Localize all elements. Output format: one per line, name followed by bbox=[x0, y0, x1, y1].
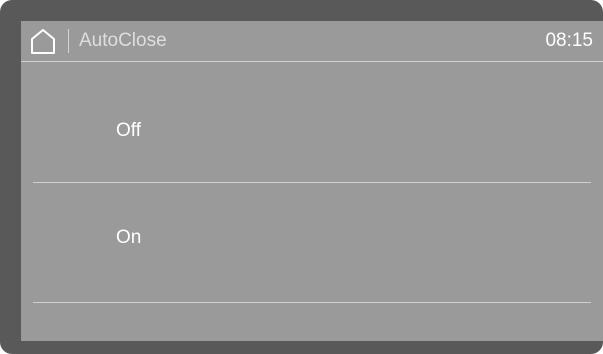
option-on-label: On bbox=[116, 227, 142, 248]
clock-time: 08:15 bbox=[545, 30, 593, 51]
header-separator bbox=[68, 29, 69, 53]
option-on[interactable]: On bbox=[33, 183, 591, 293]
option-off-label: Off bbox=[116, 120, 141, 141]
display-screen: AutoClose 08:15 Off On bbox=[21, 21, 603, 341]
option-off[interactable]: Off bbox=[33, 71, 591, 181]
device-bezel: AutoClose 08:15 Off On bbox=[0, 0, 603, 354]
header-divider bbox=[21, 61, 603, 62]
home-button[interactable] bbox=[29, 27, 57, 55]
option-divider bbox=[33, 302, 591, 303]
header-bar: AutoClose 08:15 bbox=[21, 21, 603, 61]
page-title: AutoClose bbox=[79, 30, 167, 51]
home-icon bbox=[29, 27, 57, 55]
